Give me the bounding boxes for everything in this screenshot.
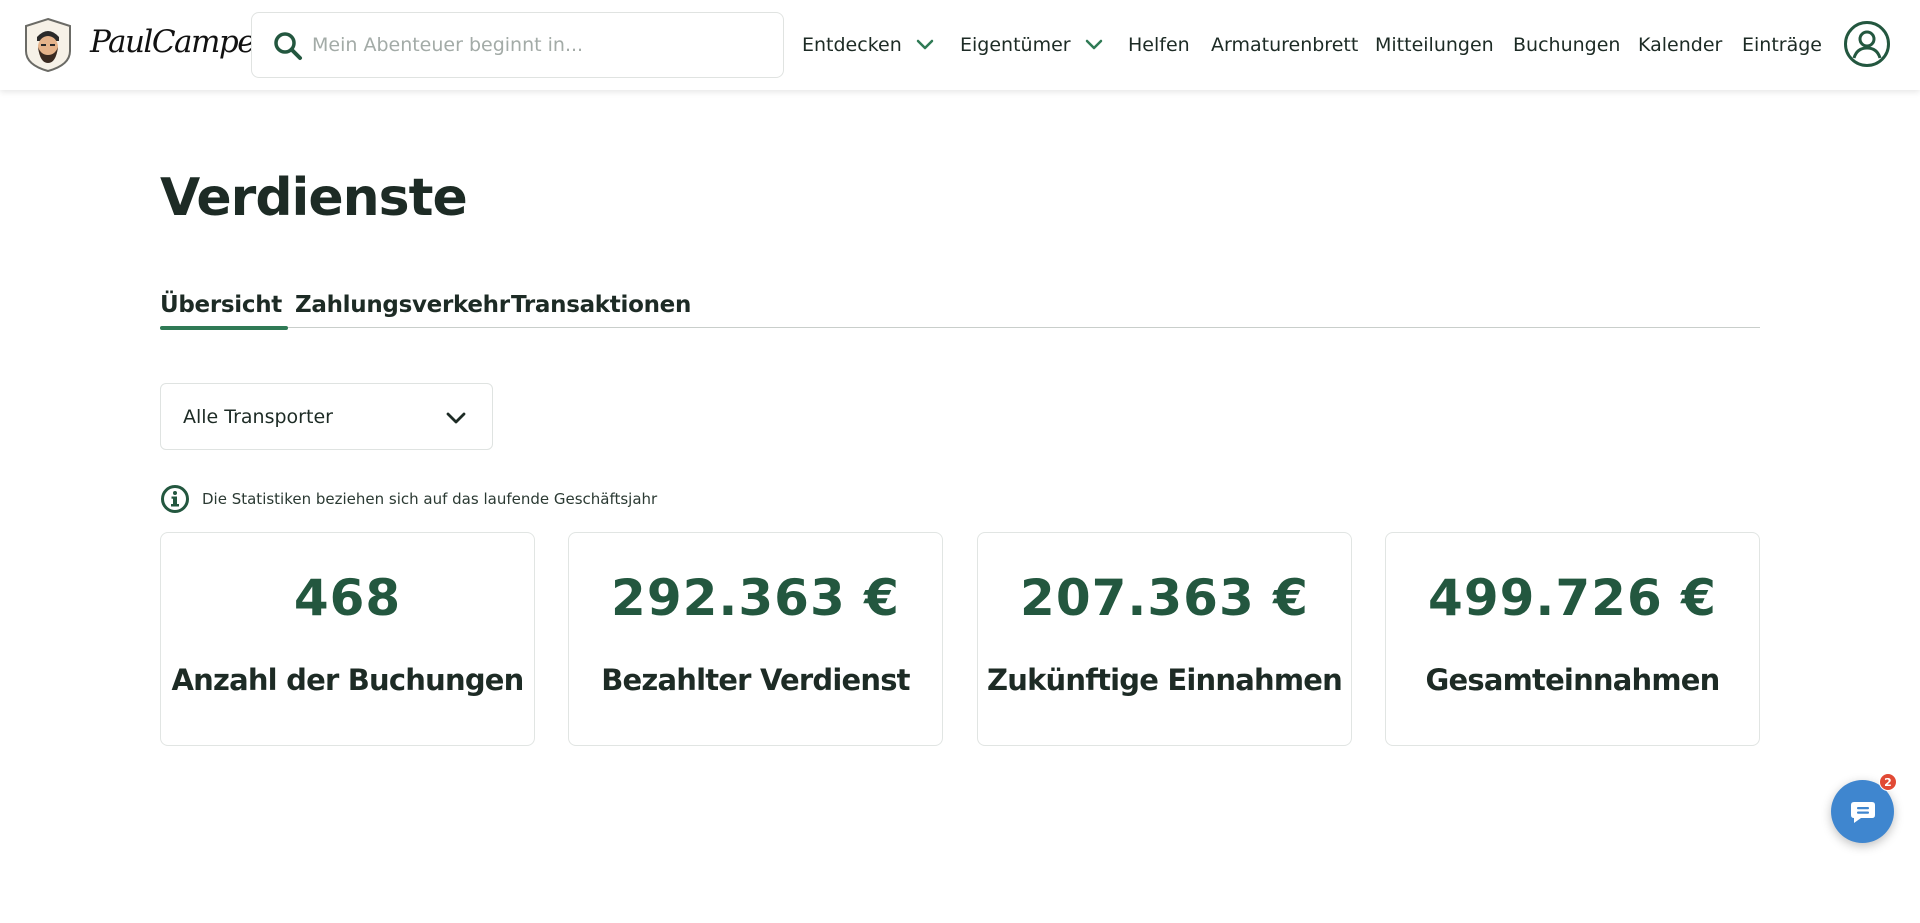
- stat-card-total-income: 499.726 € Gesamteinnahmen: [1385, 532, 1760, 746]
- stat-card-bookings: 468 Anzahl der Buchungen: [160, 532, 535, 746]
- stats-cards: 468 Anzahl der Buchungen 292.363 € Bezah…: [160, 532, 1760, 746]
- nav-label: Buchungen: [1513, 34, 1621, 56]
- info-text: Die Statistiken beziehen sich auf das la…: [202, 490, 658, 508]
- nav-label: Entdecken: [802, 34, 902, 56]
- nav-eigentuemer[interactable]: Eigentümer: [960, 30, 1103, 60]
- nav-label: Kalender: [1638, 34, 1723, 56]
- nav-buchungen[interactable]: Buchungen: [1513, 30, 1620, 60]
- top-navigation-bar: PaulCamper Entdecken Eigentümer Helfen A…: [0, 0, 1920, 90]
- search-icon: [274, 32, 302, 60]
- tab-zahlungsverkehr[interactable]: Zahlungsverkehr: [295, 292, 510, 328]
- info-note: Die Statistiken beziehen sich auf das la…: [160, 484, 657, 514]
- nav-label: Eigentümer: [960, 34, 1071, 56]
- paulcamper-logo-icon[interactable]: [22, 17, 74, 73]
- tab-transaktionen[interactable]: Transaktionen: [511, 292, 691, 328]
- chevron-down-icon: [916, 39, 933, 50]
- stat-value: 499.726 €: [1428, 569, 1717, 627]
- user-circle-icon[interactable]: [1843, 20, 1891, 68]
- stat-card-future-income: 207.363 € Zukünftige Einnahmen: [977, 532, 1352, 746]
- info-icon: [161, 485, 189, 513]
- search-input[interactable]: [312, 25, 752, 65]
- brand-wordmark[interactable]: PaulCamper: [90, 24, 269, 60]
- nav-label: Helfen: [1128, 34, 1190, 56]
- tab-bar: Übersicht Zahlungsverkehr Transaktionen: [160, 292, 1760, 330]
- page-title: Verdienste: [160, 168, 468, 228]
- stat-value: 207.363 €: [1020, 569, 1309, 627]
- nav-eintraege[interactable]: Einträge: [1742, 30, 1822, 60]
- nav-label: Einträge: [1742, 34, 1822, 56]
- select-value: Alle Transporter: [183, 406, 333, 428]
- search-box[interactable]: [251, 12, 784, 78]
- stat-label: Gesamteinnahmen: [1425, 663, 1720, 697]
- chevron-down-icon: [446, 412, 466, 424]
- notification-badge: 2: [1879, 773, 1897, 791]
- stat-value: 292.363 €: [611, 569, 900, 627]
- nav-armaturenbrett[interactable]: Armaturenbrett: [1211, 30, 1358, 60]
- stat-label: Bezahlter Verdienst: [601, 663, 910, 697]
- stat-card-paid-earnings: 292.363 € Bezahlter Verdienst: [568, 532, 943, 746]
- stat-value: 468: [293, 569, 402, 627]
- stat-label: Anzahl der Buchungen: [171, 663, 525, 697]
- nav-label: Mitteilungen: [1375, 34, 1494, 56]
- tab-uebersicht[interactable]: Übersicht: [160, 292, 288, 330]
- nav-mitteilungen[interactable]: Mitteilungen: [1375, 30, 1494, 60]
- stat-label: Zukünftige Einnahmen: [987, 663, 1343, 697]
- nav-helfen[interactable]: Helfen: [1128, 30, 1190, 60]
- chat-bubble-icon: [1851, 802, 1875, 823]
- nav-label: Armaturenbrett: [1211, 34, 1359, 56]
- nav-kalender[interactable]: Kalender: [1638, 30, 1722, 60]
- nav-entdecken[interactable]: Entdecken: [802, 30, 934, 60]
- chevron-down-icon: [1085, 39, 1102, 50]
- transporter-select[interactable]: Alle Transporter: [160, 383, 493, 450]
